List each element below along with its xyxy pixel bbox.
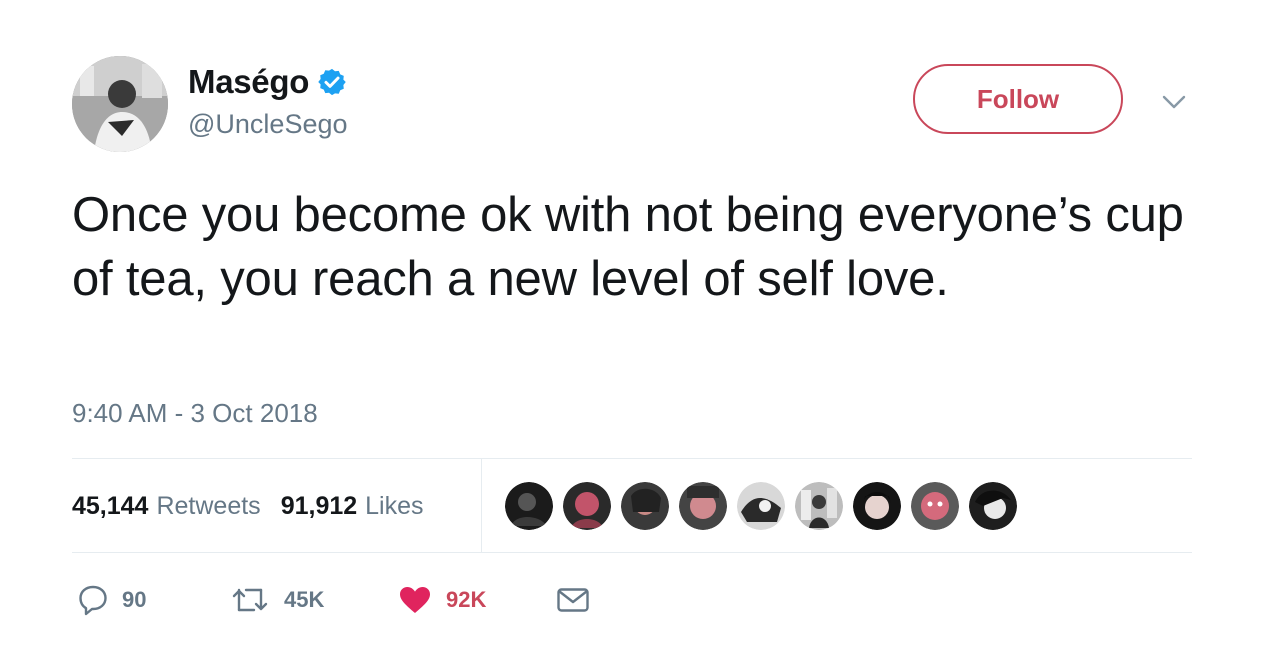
likes-count: 91,912 bbox=[280, 491, 358, 520]
reply-count: 90 bbox=[122, 587, 147, 612]
tweet-card: Maségo @UncleSego Follow Once you become… bbox=[0, 0, 1266, 670]
retweets-stat[interactable]: 45,144 Retweets bbox=[72, 492, 261, 521]
author-avatar[interactable] bbox=[72, 56, 168, 152]
liker-avatar[interactable] bbox=[969, 482, 1017, 530]
heart-icon bbox=[398, 585, 432, 615]
likes-stat[interactable]: 91,912 Likes bbox=[281, 492, 424, 521]
tweet-text: Once you become ok with not being everyo… bbox=[72, 188, 1184, 306]
liker-avatar[interactable] bbox=[505, 482, 553, 530]
display-name-row: Maségo bbox=[188, 62, 347, 102]
liker-avatar[interactable] bbox=[621, 482, 669, 530]
tweet-timestamp[interactable]: 9:40 AM - 3 Oct 2018 bbox=[72, 398, 318, 429]
liker-avatars bbox=[505, 482, 1027, 530]
divider bbox=[72, 552, 1192, 553]
stats-divider bbox=[481, 459, 482, 552]
tweet-stats: 45,144 Retweets 91,912 Likes bbox=[72, 488, 424, 524]
likes-label: Likes bbox=[365, 491, 424, 520]
liker-avatar[interactable] bbox=[679, 482, 727, 530]
divider bbox=[72, 458, 1192, 459]
follow-button[interactable]: Follow bbox=[913, 64, 1123, 134]
like-button[interactable]: 92K bbox=[398, 580, 486, 620]
display-name[interactable]: Maségo bbox=[188, 63, 309, 101]
verified-badge-icon bbox=[317, 67, 347, 97]
reply-icon bbox=[78, 584, 108, 616]
retweet-button[interactable]: 45K bbox=[230, 580, 324, 620]
liker-avatar[interactable] bbox=[795, 482, 843, 530]
like-count: 92K bbox=[446, 587, 487, 612]
direct-message-button[interactable] bbox=[556, 580, 590, 620]
retweet-icon bbox=[230, 586, 270, 614]
liker-avatar[interactable] bbox=[911, 482, 959, 530]
liker-avatar[interactable] bbox=[853, 482, 901, 530]
chevron-down-icon[interactable] bbox=[1160, 92, 1188, 112]
liker-avatar[interactable] bbox=[737, 482, 785, 530]
reply-button[interactable]: 90 bbox=[78, 580, 146, 620]
retweets-count: 45,144 bbox=[72, 491, 149, 520]
retweets-label: Retweets bbox=[156, 491, 261, 520]
user-handle[interactable]: @UncleSego bbox=[188, 109, 348, 140]
retweet-count: 45K bbox=[284, 587, 325, 612]
envelope-icon bbox=[556, 586, 590, 614]
liker-avatar[interactable] bbox=[563, 482, 611, 530]
